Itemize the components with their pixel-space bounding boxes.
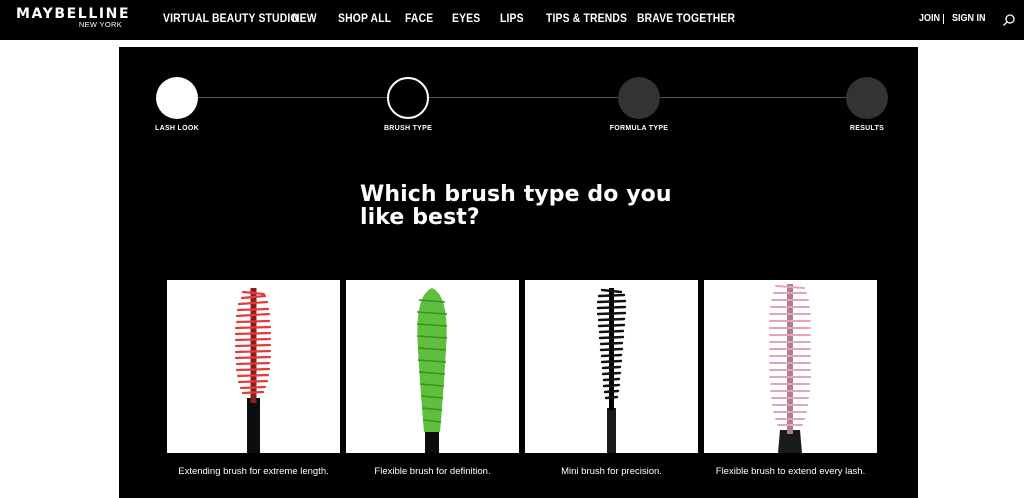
- nav-brave-together[interactable]: BRAVE TOGETHER: [637, 12, 735, 26]
- brand-logo[interactable]: MAYBELLINE NEW YORK: [16, 6, 129, 34]
- nav-tips-trends[interactable]: TIPS & TRENDS: [546, 12, 627, 26]
- step-lash-look-circle[interactable]: [156, 77, 198, 119]
- nav-face[interactable]: FACE: [405, 12, 433, 26]
- brush-option-extending[interactable]: Extending brush for extreme length.: [167, 280, 340, 498]
- brush-image-black: [525, 280, 698, 453]
- step-label-results: RESULTS: [849, 125, 885, 132]
- nav-new[interactable]: NEW: [292, 12, 317, 26]
- step-brush-type-circle[interactable]: [387, 77, 429, 119]
- step-formula-type-circle: [618, 77, 660, 119]
- brush-caption: Extending brush for extreme length.: [178, 466, 329, 477]
- nav-virtual-beauty-studio[interactable]: VIRTUAL BEAUTY STUDIO: [163, 12, 299, 26]
- nav-lips[interactable]: LIPS: [500, 12, 524, 26]
- brush-caption: Flexible brush for definition.: [374, 466, 491, 477]
- step-label-lash-look: LASH LOOK: [155, 125, 199, 132]
- brush-caption: Mini brush for precision.: [561, 466, 662, 477]
- top-navigation: MAYBELLINE NEW YORK VIRTUAL BEAUTY STUDI…: [0, 0, 1024, 40]
- progress-track: [177, 97, 867, 98]
- search-icon[interactable]: [1002, 13, 1016, 27]
- brush-caption: Flexible brush to extend every lash.: [715, 466, 866, 477]
- step-label-brush-type: BRUSH TYPE: [383, 125, 433, 132]
- account-divider: [943, 14, 944, 24]
- brush-option-flexible-extend[interactable]: Flexible brush to extend every lash.: [704, 280, 877, 498]
- brush-image-red: [167, 280, 340, 453]
- brush-image-green: [346, 280, 519, 453]
- question-heading: Which brush type do you like best?: [360, 182, 672, 230]
- step-results-circle: [846, 77, 888, 119]
- brand-subname: NEW YORK: [78, 20, 122, 29]
- brush-image-pink: [704, 280, 877, 453]
- signin-link[interactable]: SIGN IN: [952, 13, 986, 25]
- nav-eyes[interactable]: EYES: [452, 12, 480, 26]
- quiz-panel: LASH LOOK BRUSH TYPE FORMULA TYPE RESULT…: [119, 47, 918, 498]
- brush-option-flexible-definition[interactable]: Flexible brush for definition.: [346, 280, 519, 498]
- join-link[interactable]: JOIN: [919, 13, 940, 25]
- step-label-formula-type: FORMULA TYPE: [609, 125, 669, 132]
- nav-shop-all[interactable]: SHOP ALL: [338, 12, 391, 26]
- brush-option-mini[interactable]: Mini brush for precision.: [525, 280, 698, 498]
